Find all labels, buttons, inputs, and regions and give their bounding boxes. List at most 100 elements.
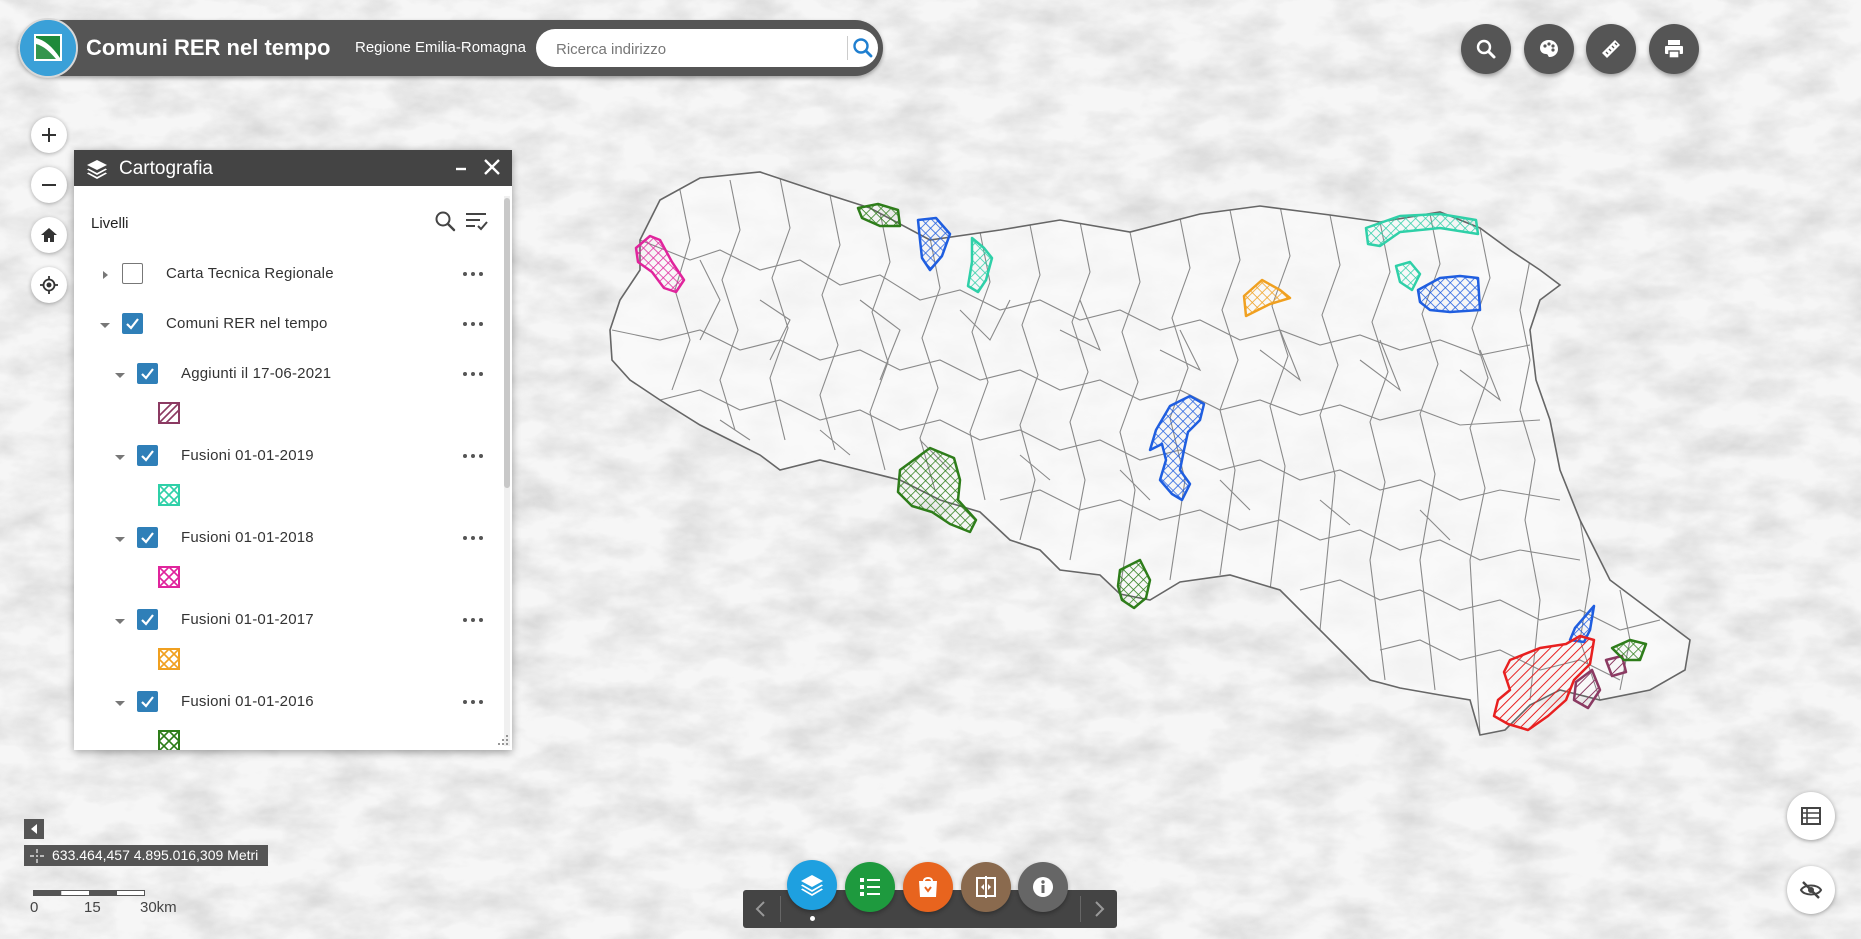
filter-list-icon — [466, 213, 488, 231]
layer-checkbox[interactable] — [122, 263, 143, 284]
search-divider — [847, 36, 848, 60]
address-search-input[interactable] — [554, 37, 828, 61]
chevron-left-icon — [755, 901, 765, 917]
dock-next-button[interactable] — [1081, 890, 1117, 928]
attribute-table-button[interactable] — [1787, 792, 1835, 840]
coordinates-text: 633.464,457 4.895.016,309 Metri — [52, 847, 259, 863]
layer-checkbox[interactable] — [137, 691, 158, 712]
minimize-icon — [456, 167, 466, 171]
crosshair-icon — [30, 849, 44, 863]
palette-icon — [1540, 40, 1558, 57]
expand-toggle[interactable] — [113, 368, 127, 382]
minus-icon — [42, 184, 56, 186]
legend-widget-button[interactable] — [845, 862, 895, 912]
app-logo — [18, 18, 78, 78]
layer-checkbox[interactable] — [137, 527, 158, 548]
layers-icon — [801, 875, 823, 896]
layer-options-button[interactable] — [463, 614, 487, 626]
checkmark-icon — [141, 696, 154, 708]
scale-label: 30km — [140, 899, 177, 916]
basemap-icon — [919, 877, 937, 897]
search-icon — [853, 38, 873, 58]
swipe-widget-button[interactable] — [961, 862, 1011, 912]
expand-toggle[interactable] — [98, 318, 112, 332]
search-icon — [435, 211, 456, 232]
expand-toggle[interactable] — [113, 696, 127, 710]
legend-swatch — [158, 566, 180, 588]
layer-search-button[interactable] — [434, 210, 456, 237]
layer-label: Carta Tecnica Regionale — [166, 265, 334, 282]
search-tool-button[interactable] — [1461, 24, 1511, 74]
table-icon — [1801, 807, 1821, 825]
toggle-visibility-button[interactable] — [1787, 866, 1835, 914]
minimize-button[interactable] — [450, 154, 472, 180]
zoom-out-button[interactable] — [31, 167, 67, 203]
coordinates-display[interactable]: 633.464,457 4.895.016,309 Metri — [24, 845, 269, 866]
layer-checkbox[interactable] — [137, 363, 158, 384]
expand-toggle[interactable] — [113, 450, 127, 464]
layer-checkbox[interactable] — [137, 609, 158, 630]
checkmark-icon — [141, 532, 154, 544]
basemap-widget-button[interactable] — [903, 862, 953, 912]
layer-label: Fusioni 01-01-2017 — [181, 611, 314, 628]
layers-widget-button[interactable] — [787, 860, 837, 910]
scale-label: 15 — [84, 899, 101, 916]
panel-header[interactable]: Cartografia — [74, 150, 512, 186]
locate-icon — [40, 276, 58, 294]
close-button[interactable] — [480, 154, 504, 180]
layer-row: Fusioni 01-01-2019 — [74, 438, 494, 478]
eye-off-icon — [1799, 881, 1823, 899]
caret-down-icon — [100, 323, 110, 328]
layer-checkbox[interactable] — [137, 445, 158, 466]
layer-row: Carta Tecnica Regionale — [74, 256, 494, 296]
search-submit-button[interactable] — [850, 34, 876, 62]
legend-icon — [860, 878, 880, 896]
measure-tool-button[interactable] — [1586, 24, 1636, 74]
info-icon — [1033, 877, 1053, 897]
expand-toggle[interactable] — [98, 268, 112, 282]
caret-down-icon — [115, 701, 125, 706]
layer-row: Comuni RER nel tempo — [74, 306, 494, 346]
ruler-icon — [1602, 40, 1620, 58]
layer-options-button[interactable] — [463, 318, 487, 330]
legend-swatch — [158, 402, 180, 424]
layer-checkbox[interactable] — [122, 313, 143, 334]
checkmark-icon — [141, 614, 154, 626]
scale-label: 0 — [30, 899, 39, 916]
plus-icon — [42, 128, 56, 142]
expand-toggle[interactable] — [113, 614, 127, 628]
style-tool-button[interactable] — [1524, 24, 1574, 74]
search-icon — [1476, 39, 1496, 59]
print-tool-button[interactable] — [1649, 24, 1699, 74]
info-widget-button[interactable] — [1018, 862, 1068, 912]
layer-filter-button[interactable] — [464, 210, 488, 237]
address-search — [536, 29, 878, 67]
caret-left-icon — [31, 824, 37, 834]
scrollbar-thumb[interactable] — [504, 198, 510, 488]
coordinates-toggle-button[interactable] — [24, 819, 44, 839]
home-icon — [41, 228, 57, 242]
expand-toggle[interactable] — [113, 532, 127, 546]
swipe-icon — [976, 876, 996, 898]
chevron-right-icon — [1095, 901, 1105, 917]
resize-grip-icon[interactable] — [497, 734, 509, 746]
layer-options-button[interactable] — [463, 368, 487, 380]
section-label: Livelli — [91, 215, 129, 232]
layers-icon — [87, 160, 107, 179]
home-button[interactable] — [31, 217, 67, 253]
app-subtitle: Regione Emilia-Romagna — [355, 39, 526, 56]
layer-label: Comuni RER nel tempo — [166, 315, 328, 332]
caret-right-icon — [103, 271, 108, 279]
layer-options-button[interactable] — [463, 268, 487, 280]
layer-options-button[interactable] — [463, 450, 487, 462]
layer-options-button[interactable] — [463, 532, 487, 544]
dock-prev-button[interactable] — [743, 890, 779, 928]
checkmark-icon — [141, 450, 154, 462]
layer-label: Fusioni 01-01-2019 — [181, 447, 314, 464]
layer-row: Fusioni 01-01-2018 — [74, 520, 494, 560]
zoom-in-button[interactable] — [31, 117, 67, 153]
panel-body: Livelli Carta Tecnica Regionale Comuni R… — [74, 186, 512, 750]
layer-label: Fusioni 01-01-2016 — [181, 693, 314, 710]
layer-options-button[interactable] — [463, 696, 487, 708]
locate-button[interactable] — [31, 267, 67, 303]
